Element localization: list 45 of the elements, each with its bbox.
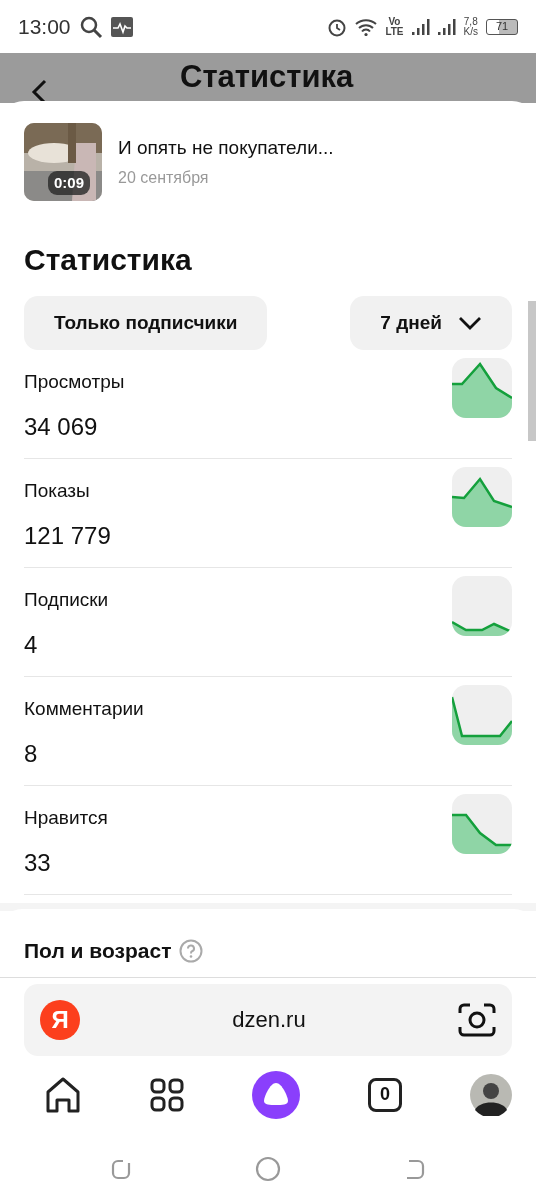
sparkline-chart[interactable] bbox=[452, 358, 512, 418]
camera-icon[interactable] bbox=[458, 1002, 496, 1037]
signal-icon bbox=[411, 18, 430, 35]
metric-label: Нравится bbox=[24, 806, 108, 830]
demographics-title: Пол и возраст bbox=[24, 938, 172, 964]
sparkline-chart[interactable] bbox=[452, 467, 512, 527]
metric-value: 8 bbox=[24, 738, 39, 769]
search-icon bbox=[78, 14, 103, 39]
metric-label: Комментарии bbox=[24, 697, 144, 721]
clock: 13:00 bbox=[18, 13, 71, 40]
home-button-icon[interactable] bbox=[255, 1155, 281, 1182]
assistant-icon[interactable] bbox=[252, 1070, 300, 1119]
apps-icon[interactable] bbox=[150, 1077, 184, 1112]
tabs-counter[interactable]: 0 bbox=[368, 1077, 402, 1112]
browser-logo[interactable]: Я bbox=[40, 999, 80, 1040]
metric-value: 4 bbox=[24, 629, 39, 660]
lte-label: LTE bbox=[385, 26, 404, 37]
chevron-down-icon bbox=[458, 316, 482, 330]
speed-unit: K/s bbox=[463, 26, 478, 37]
home-icon[interactable] bbox=[44, 1075, 82, 1114]
wifi-icon bbox=[355, 17, 378, 36]
speed-value: 7,8 bbox=[463, 16, 478, 27]
metric-label: Показы bbox=[24, 479, 91, 503]
sparkline-chart[interactable] bbox=[452, 685, 512, 745]
metric-label: Просмотры bbox=[24, 370, 125, 394]
period-dropdown[interactable]: 7 дней bbox=[350, 296, 512, 350]
video-title[interactable]: И опять не покупатели... bbox=[118, 133, 334, 163]
activity-icon bbox=[110, 16, 133, 37]
metric-label: Подписки bbox=[24, 588, 109, 612]
help-icon[interactable] bbox=[179, 938, 204, 963]
filter-button[interactable]: Только подписчики bbox=[24, 296, 268, 350]
section-title: Статистика bbox=[24, 242, 193, 278]
address-url[interactable]: dzen.ru bbox=[232, 1003, 306, 1036]
volte-label: Vo bbox=[387, 16, 402, 27]
scrollbar[interactable] bbox=[528, 301, 536, 441]
page-title: Статистика bbox=[180, 58, 354, 96]
sparkline-chart[interactable] bbox=[452, 576, 512, 636]
metric-value: 33 bbox=[24, 847, 52, 878]
sparkline-chart[interactable] bbox=[452, 794, 512, 854]
metric-value: 121 779 bbox=[24, 520, 111, 551]
video-date: 20 сентября bbox=[118, 168, 210, 189]
metric-value: 34 069 bbox=[24, 411, 99, 442]
avatar-icon[interactable] bbox=[470, 1073, 512, 1116]
battery-icon: 71 bbox=[486, 18, 518, 35]
signal-icon bbox=[437, 18, 456, 35]
